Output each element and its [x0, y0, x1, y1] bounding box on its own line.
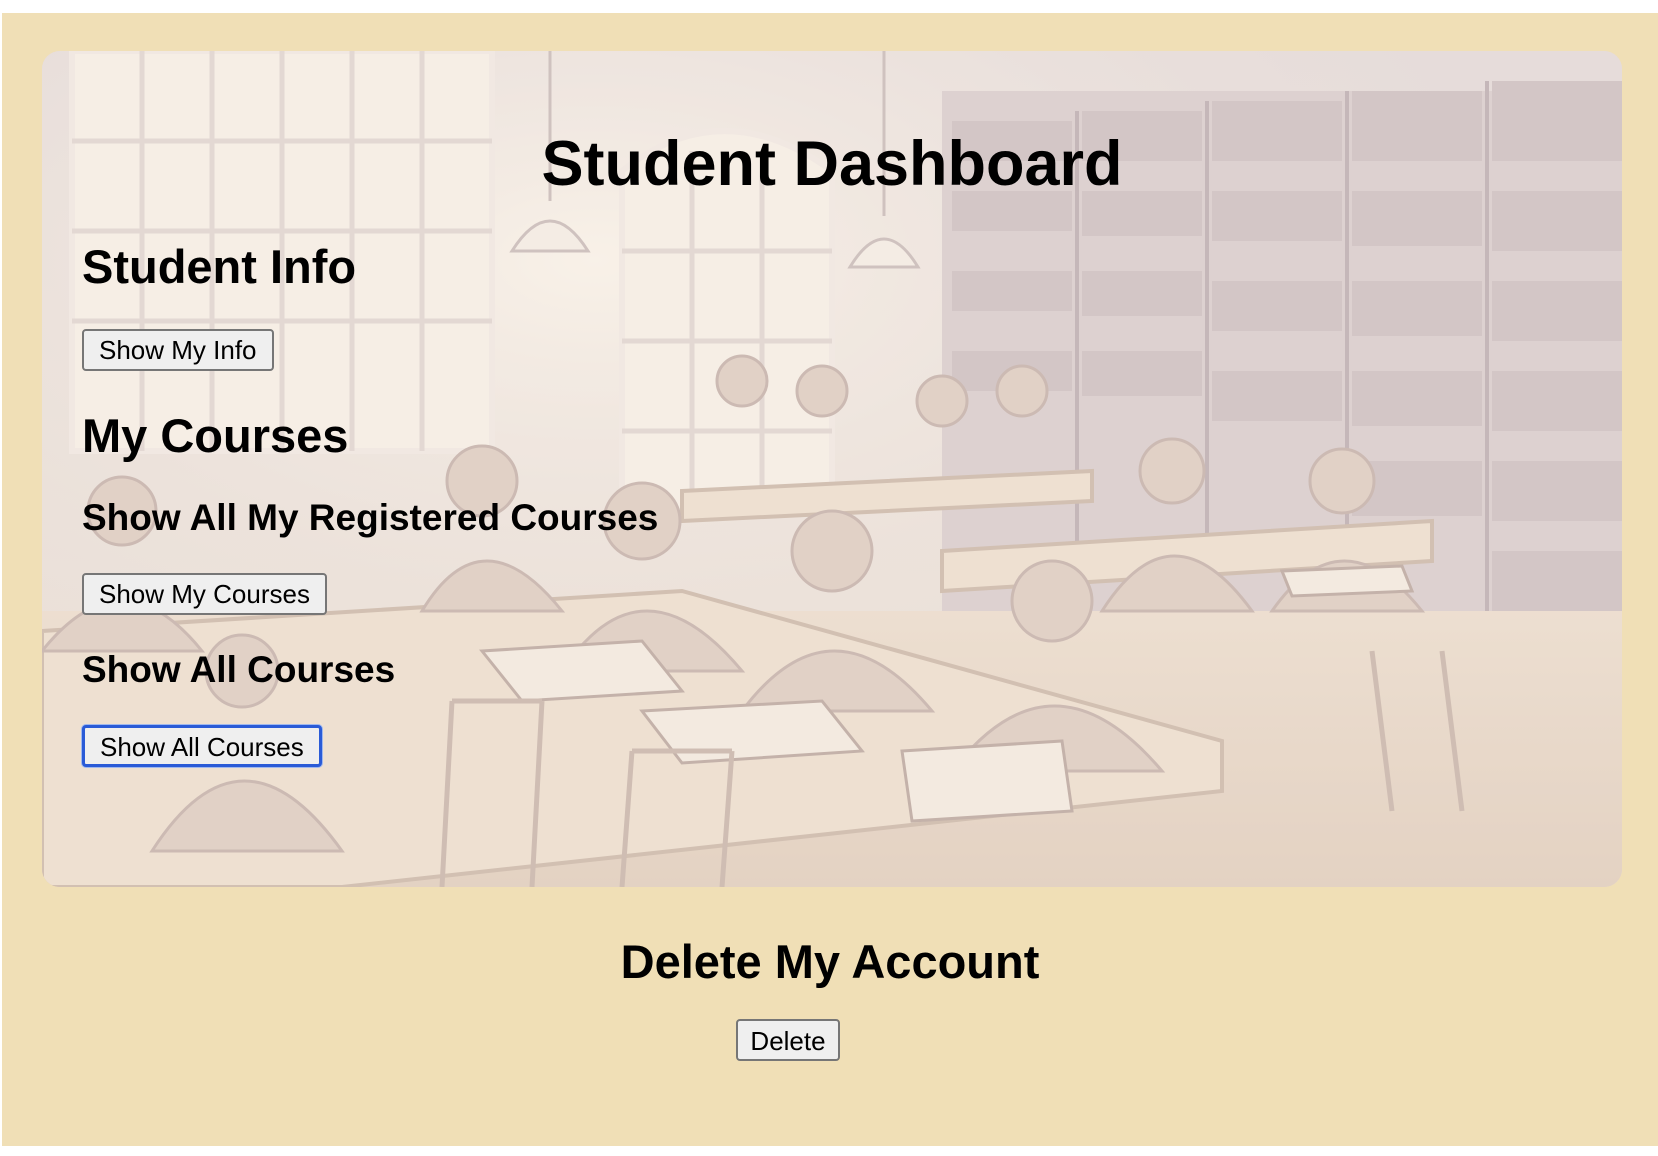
show-my-info-button[interactable]: Show My Info	[82, 329, 274, 371]
student-info-heading: Student Info	[82, 240, 357, 293]
all-courses-heading: Show All Courses	[82, 649, 396, 690]
my-courses-heading: My Courses	[82, 409, 349, 462]
show-all-courses-button[interactable]: Show All Courses	[82, 725, 322, 767]
page-title: Student Dashboard	[541, 129, 1123, 199]
registered-courses-heading: Show All My Registered Courses	[82, 497, 659, 538]
page: Student Dashboard Student Info Show My I…	[2, 13, 1658, 1146]
hero-panel: Student Dashboard Student Info Show My I…	[42, 51, 1622, 887]
delete-account-heading: Delete My Account	[620, 935, 1040, 988]
delete-account-button[interactable]: Delete	[736, 1019, 840, 1061]
dashboard-content: Student Dashboard Student Info Show My I…	[42, 51, 1622, 887]
show-my-courses-button[interactable]: Show My Courses	[82, 573, 327, 615]
